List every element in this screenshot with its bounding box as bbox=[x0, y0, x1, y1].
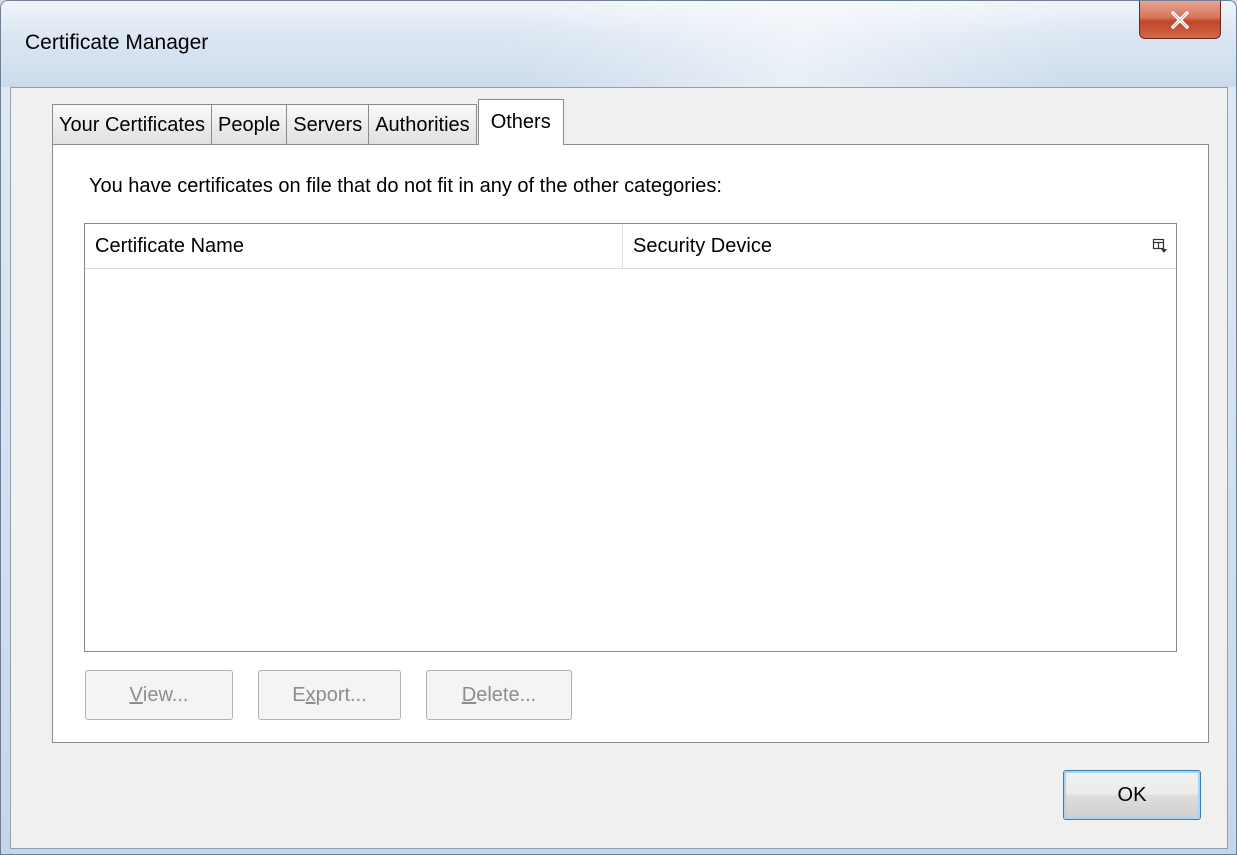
tab-strip: Your Certificates People Servers Authori… bbox=[52, 99, 564, 145]
export-button[interactable]: Ex port... bbox=[258, 670, 401, 720]
export-accel: x bbox=[305, 683, 316, 706]
tab-label: Servers bbox=[293, 113, 363, 136]
column-picker-button[interactable] bbox=[1144, 224, 1176, 268]
column-header-security-device[interactable]: Security Device bbox=[623, 224, 1144, 268]
tab-label: Authorities bbox=[375, 113, 470, 136]
certificate-manager-window: Certificate Manager Your Certificates Pe… bbox=[0, 0, 1237, 855]
delete-suffix: elete... bbox=[476, 683, 537, 706]
view-button[interactable]: View... bbox=[85, 670, 233, 720]
tab-people[interactable]: People bbox=[211, 104, 288, 145]
tab-authorities[interactable]: Authorities bbox=[368, 104, 477, 145]
window-title: Certificate Manager bbox=[25, 31, 209, 54]
tree-header: Certificate Name Security Device bbox=[85, 224, 1176, 269]
column-picker-icon bbox=[1152, 238, 1167, 253]
tab-label: Others bbox=[490, 111, 551, 133]
view-accel: V bbox=[129, 683, 143, 706]
export-prefix: E bbox=[292, 683, 306, 706]
column-header-certificate-name[interactable]: Certificate Name bbox=[85, 224, 623, 268]
tab-your-certificates[interactable]: Your Certificates bbox=[52, 104, 212, 145]
dialog-client-area: Your Certificates People Servers Authori… bbox=[10, 87, 1228, 849]
tab-label: Your Certificates bbox=[59, 113, 205, 136]
tab-others[interactable]: Others bbox=[477, 99, 564, 145]
tab-label: People bbox=[218, 113, 281, 136]
title-bar[interactable]: Certificate Manager bbox=[1, 1, 1236, 87]
others-tab-panel: You have certificates on file that do no… bbox=[52, 144, 1209, 743]
view-suffix: iew... bbox=[142, 683, 189, 706]
close-button[interactable] bbox=[1139, 1, 1221, 39]
close-icon bbox=[1171, 10, 1189, 29]
tab-servers[interactable]: Servers bbox=[286, 104, 370, 145]
delete-button[interactable]: Delete... bbox=[426, 670, 572, 720]
certificate-tree[interactable]: Certificate Name Security Device bbox=[84, 223, 1177, 652]
delete-accel: D bbox=[461, 683, 477, 706]
ok-button[interactable]: OK bbox=[1063, 770, 1201, 820]
panel-description: You have certificates on file that do no… bbox=[89, 175, 722, 197]
export-suffix: port... bbox=[315, 683, 367, 706]
